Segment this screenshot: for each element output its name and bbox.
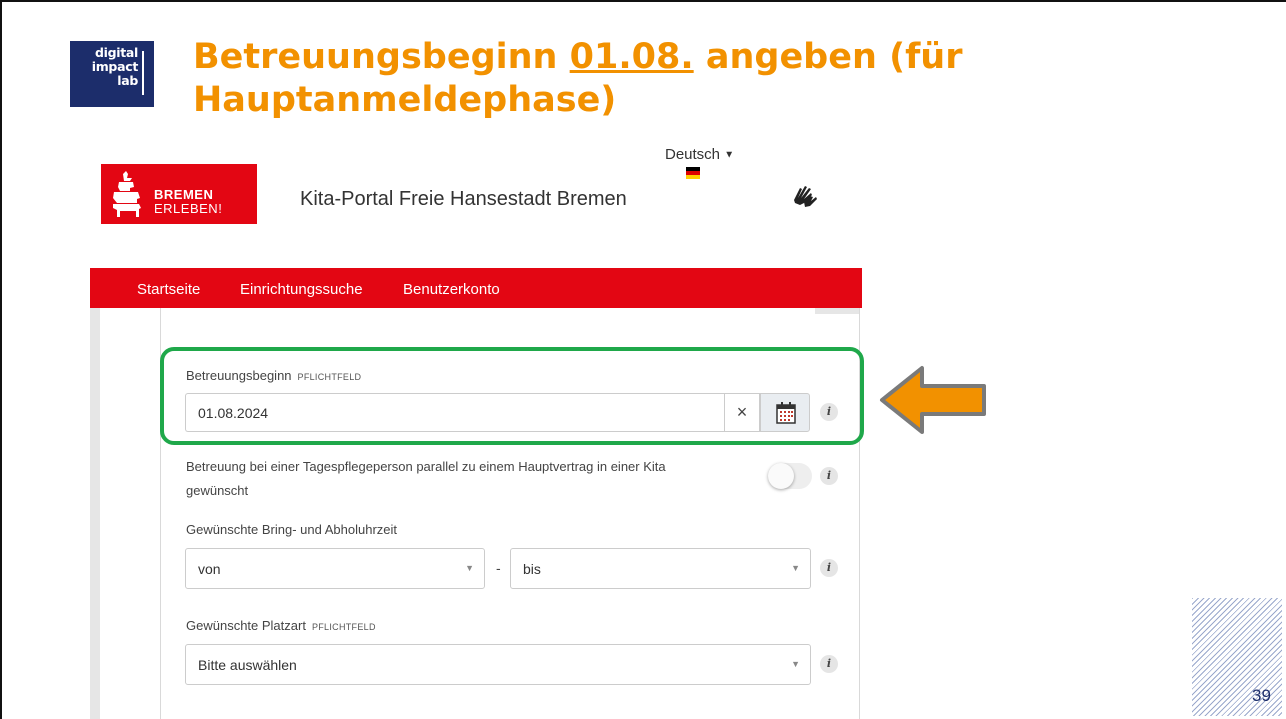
platzart-label-text: Gewünschte Platzart — [186, 618, 306, 633]
chevron-down-icon: ▼ — [791, 659, 800, 669]
page-number: 39 — [1252, 686, 1271, 705]
left-panel-strip — [90, 308, 100, 719]
info-icon[interactable]: i — [820, 559, 838, 577]
nav-item-einrichtungssuche[interactable]: Einrichtungssuche — [240, 281, 363, 298]
slide-frame-top — [0, 0, 1286, 2]
main-navigation: Startseite Einrichtungssuche Benutzerkon… — [90, 268, 862, 308]
bremen-erleben-logo[interactable]: BREMEN ERLEBEN! — [101, 164, 257, 224]
platzart-select[interactable]: Bitte auswählen ▼ — [185, 644, 811, 685]
brand-line-2: ERLEBEN! — [154, 201, 223, 216]
to-time-value: bis — [523, 561, 541, 577]
town-musicians-icon — [113, 171, 141, 217]
pointer-arrow-icon — [880, 366, 986, 434]
platzart-value: Bitte auswählen — [198, 657, 297, 673]
info-icon[interactable]: i — [820, 655, 838, 673]
brand-line-1: BREMEN — [154, 187, 214, 202]
highlight-box — [160, 347, 864, 445]
logo-line-1: digital — [94, 45, 138, 60]
tagespflege-toggle[interactable] — [768, 463, 812, 489]
to-time-select[interactable]: bis ▼ — [510, 548, 811, 589]
language-selector[interactable]: Deutsch ▼ — [665, 146, 734, 163]
german-flag-icon[interactable] — [686, 167, 700, 179]
digital-impact-lab-logo: digital impact lab — [70, 41, 154, 107]
slide-frame-left — [0, 0, 2, 719]
time-separator: - — [496, 560, 501, 576]
from-time-select[interactable]: von ▼ — [185, 548, 485, 589]
tagespflege-label: Betreuung bei einer Tagespflegeperson pa… — [186, 455, 766, 503]
uhrzeit-label: Gewünschte Bring- und Abholuhrzeit — [186, 522, 398, 537]
title-date: 01.08. — [569, 37, 694, 77]
tagespflege-label-line-1: Betreuung bei einer Tagespflegeperson pa… — [186, 459, 666, 474]
portal-name: Kita-Portal Freie Hansestadt Bremen — [300, 188, 627, 210]
logo-bar — [142, 51, 144, 95]
title-part-1: Betreuungsbeginn — [193, 37, 570, 77]
logo-line-2: impact — [91, 59, 139, 74]
nav-item-benutzerkonto[interactable]: Benutzerkonto — [403, 281, 500, 298]
logo-line-3: lab — [117, 73, 138, 88]
chevron-down-icon: ▼ — [465, 563, 474, 573]
toggle-knob — [768, 463, 794, 489]
info-icon[interactable]: i — [820, 467, 838, 485]
chevron-down-icon: ▼ — [724, 149, 735, 161]
chevron-down-icon: ▼ — [791, 563, 800, 573]
card-top-strip — [815, 308, 859, 314]
from-time-value: von — [198, 561, 221, 577]
title-line-2: Hauptanmeldephase) — [193, 80, 617, 120]
sign-language-icon[interactable] — [790, 178, 820, 208]
title-part-2: angeben (für — [693, 37, 963, 77]
platzart-label: Gewünschte Platzart PFLICHTFELD — [186, 618, 376, 633]
nav-item-startseite[interactable]: Startseite — [137, 281, 200, 298]
language-label: Deutsch — [665, 146, 721, 163]
required-badge: PFLICHTFELD — [311, 622, 376, 632]
slide-title: Betreuungsbeginn 01.08. angeben (für Hau… — [193, 36, 993, 122]
tagespflege-label-line-2: gewünscht — [186, 483, 249, 498]
